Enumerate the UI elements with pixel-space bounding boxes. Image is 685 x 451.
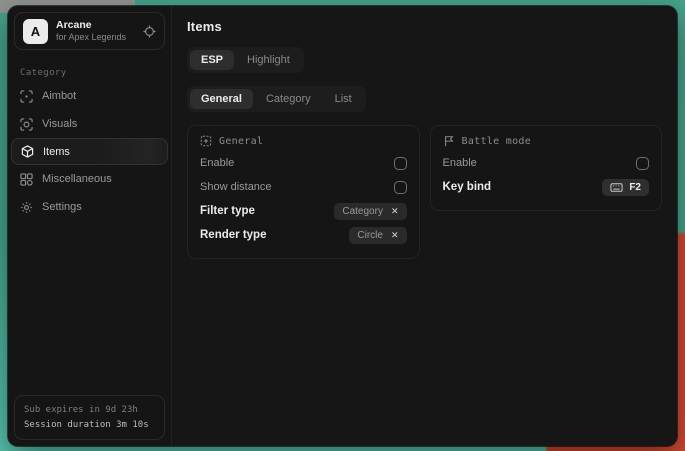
miscellaneous-grid-icon bbox=[20, 173, 33, 186]
settings-cards: General Enable Show distance Filter type… bbox=[187, 125, 662, 259]
tab-esp[interactable]: ESP bbox=[190, 50, 234, 70]
brand-text: Arcane for Apex Legends bbox=[56, 19, 135, 43]
key-bind-value: F2 bbox=[629, 182, 641, 193]
tab-highlight[interactable]: Highlight bbox=[236, 50, 301, 70]
setting-label: Key bind bbox=[443, 181, 492, 193]
setting-row-render-type: Render type Circle bbox=[200, 223, 407, 247]
session-info-card: Sub expires in 9d 23h Session duration 3… bbox=[14, 395, 165, 440]
crosshair-grid-icon bbox=[200, 135, 212, 147]
battle-card-header: Battle mode bbox=[443, 135, 650, 147]
sidebar-item-label: Settings bbox=[42, 201, 82, 213]
visuals-scan-icon bbox=[20, 118, 33, 131]
key-bind-button[interactable]: F2 bbox=[602, 179, 649, 196]
sidebar-item-items[interactable]: Items bbox=[11, 138, 168, 165]
sub-expires-text: Sub expires in 9d 23h bbox=[24, 403, 155, 417]
tab-category[interactable]: Category bbox=[255, 89, 322, 109]
setting-row-show-distance: Show distance bbox=[200, 175, 407, 199]
battle-card-title: Battle mode bbox=[462, 136, 532, 147]
main-content: Items ESP Highlight General Category Lis… bbox=[172, 6, 677, 446]
target-icon[interactable] bbox=[143, 25, 156, 38]
sidebar-item-miscellaneous[interactable]: Miscellaneous bbox=[8, 165, 171, 193]
category-section-label: Category bbox=[20, 68, 159, 78]
battle-flag-icon bbox=[443, 135, 455, 147]
app-name: Arcane bbox=[56, 19, 135, 32]
sidebar-nav: Aimbot Visuals Items bbox=[8, 82, 171, 221]
tab-general[interactable]: General bbox=[190, 89, 253, 109]
keyboard-icon bbox=[610, 183, 623, 192]
clear-icon[interactable] bbox=[391, 230, 399, 241]
arcane-window: A Arcane for Apex Legends Category bbox=[8, 6, 677, 446]
app-subtitle: for Apex Legends bbox=[56, 32, 135, 43]
sidebar-item-settings[interactable]: Settings bbox=[8, 193, 171, 221]
page-title: Items bbox=[187, 19, 662, 34]
render-type-value: Circle bbox=[357, 230, 383, 241]
view-tab-group: General Category List bbox=[187, 86, 366, 112]
general-card-title: General bbox=[219, 136, 263, 147]
sidebar-item-aimbot[interactable]: Aimbot bbox=[8, 82, 171, 110]
enable-checkbox[interactable] bbox=[394, 157, 407, 170]
sidebar: A Arcane for Apex Legends Category bbox=[8, 6, 172, 446]
setting-row-battle-enable: Enable bbox=[443, 151, 650, 175]
sidebar-item-visuals[interactable]: Visuals bbox=[8, 110, 171, 138]
filter-type-value: Category bbox=[342, 206, 383, 217]
app-logo: A bbox=[23, 19, 48, 44]
mode-tab-group: ESP Highlight bbox=[187, 47, 304, 73]
sidebar-item-label: Miscellaneous bbox=[42, 173, 112, 185]
setting-row-key-bind: Key bind F2 bbox=[443, 175, 650, 199]
items-box-icon bbox=[21, 145, 34, 158]
tab-list[interactable]: List bbox=[324, 89, 363, 109]
session-duration-text: Session duration 3m 10s bbox=[24, 418, 155, 432]
setting-label: Filter type bbox=[200, 205, 255, 217]
render-type-select[interactable]: Circle bbox=[349, 227, 406, 244]
aimbot-crosshair-icon bbox=[20, 90, 33, 103]
brand-card: A Arcane for Apex Legends bbox=[14, 12, 165, 50]
clear-icon[interactable] bbox=[391, 206, 399, 217]
setting-label: Render type bbox=[200, 229, 266, 241]
setting-label: Show distance bbox=[200, 181, 272, 193]
sidebar-item-label: Items bbox=[43, 146, 70, 158]
show-distance-checkbox[interactable] bbox=[394, 181, 407, 194]
general-card-header: General bbox=[200, 135, 407, 147]
battle-enable-checkbox[interactable] bbox=[636, 157, 649, 170]
sidebar-item-label: Aimbot bbox=[42, 90, 76, 102]
setting-label: Enable bbox=[200, 157, 234, 169]
filter-type-select[interactable]: Category bbox=[334, 203, 406, 220]
battle-mode-card: Battle mode Enable Key bind bbox=[430, 125, 663, 211]
general-card: General Enable Show distance Filter type… bbox=[187, 125, 420, 259]
setting-row-filter-type: Filter type Category bbox=[200, 199, 407, 223]
setting-label: Enable bbox=[443, 157, 477, 169]
sidebar-item-label: Visuals bbox=[42, 118, 77, 130]
setting-row-enable: Enable bbox=[200, 151, 407, 175]
settings-gear-icon bbox=[20, 201, 33, 214]
